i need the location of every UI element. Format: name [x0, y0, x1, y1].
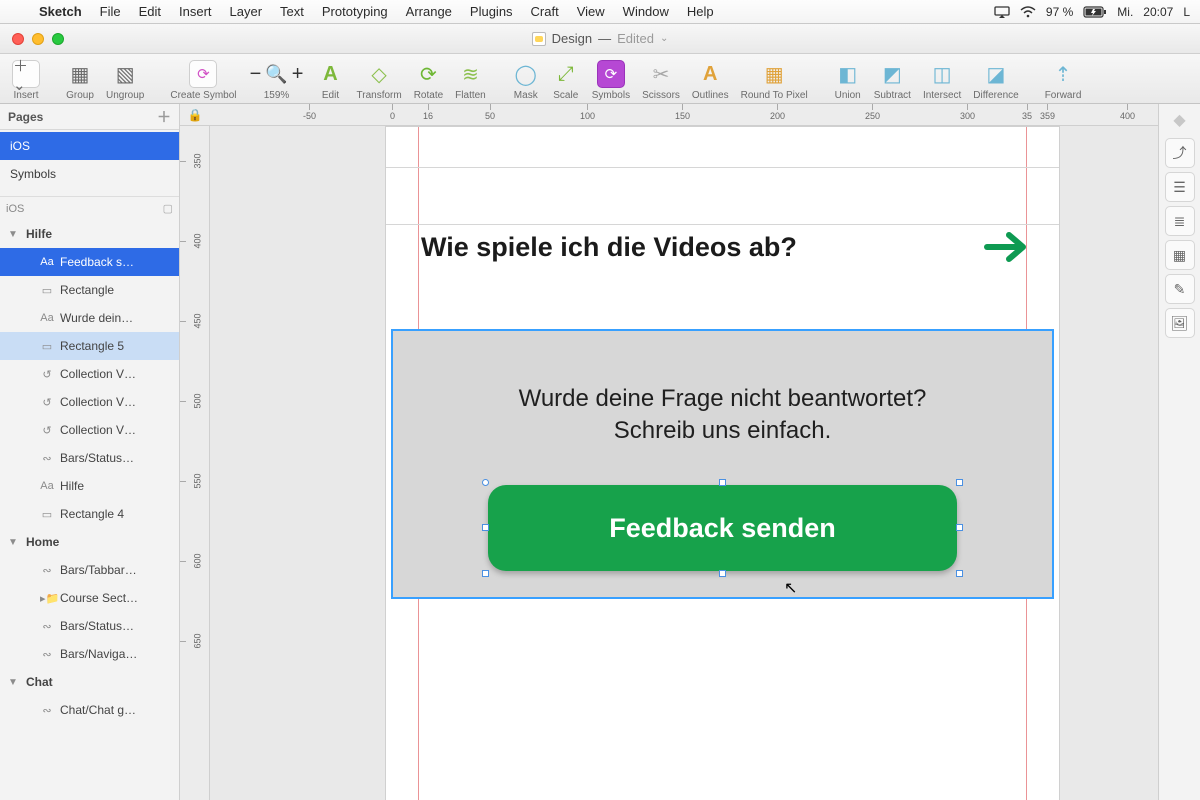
layer-group[interactable]: ▼Chat	[0, 668, 179, 696]
document-state: Edited	[617, 31, 654, 46]
tool-subtract[interactable]: ◩Subtract	[868, 60, 917, 101]
menu-craft[interactable]: Craft	[522, 4, 568, 19]
tool-symbols[interactable]: ⟳Symbols	[586, 60, 636, 101]
right-plugin-strip: ◆ ⤴ ☰ ≣ ▦ ✎ 🖼	[1158, 104, 1200, 800]
question-text[interactable]: Wie spiele ich die Videos ab?	[421, 232, 997, 263]
menu-layer[interactable]: Layer	[221, 4, 272, 19]
craft-logo-icon[interactable]: ◆	[1173, 110, 1185, 130]
tool-forward[interactable]: ⇡Forward	[1039, 60, 1088, 101]
layers-section-title: iOS	[6, 203, 24, 215]
airplay-icon[interactable]	[994, 6, 1010, 18]
window-minimize[interactable]	[32, 33, 44, 45]
feedback-send-button[interactable]: Feedback senden	[488, 485, 957, 571]
layer-item[interactable]: AaWurde dein…	[0, 304, 179, 332]
layer-item[interactable]: ∾Bars/Naviga…	[0, 640, 179, 668]
layer-item[interactable]: ▭Rectangle 5	[0, 332, 179, 360]
document-title: Design	[552, 31, 592, 46]
layer-item[interactable]: ∾Bars/Tabbar…	[0, 556, 179, 584]
tool-rotate[interactable]: ⟳Rotate	[408, 60, 449, 101]
clock-time: 20:07	[1143, 5, 1173, 19]
add-page-button[interactable]: ＋	[157, 107, 171, 127]
vertical-ruler: 350400450500550600650	[180, 126, 210, 800]
page-ios[interactable]: iOS	[0, 132, 179, 160]
layer-item[interactable]: ∾Chat/Chat g…	[0, 696, 179, 724]
menu-insert[interactable]: Insert	[170, 4, 221, 19]
document-icon	[532, 32, 546, 46]
menu-edit[interactable]: Edit	[130, 4, 170, 19]
horizontal-ruler: -500165010015020025030035940035	[210, 104, 1158, 126]
macos-menubar: Sketch File Edit Insert Layer Text Proto…	[0, 0, 1200, 24]
menu-view[interactable]: View	[568, 4, 614, 19]
layer-item[interactable]: ∾Bars/Status…	[0, 444, 179, 472]
rs-upload-icon[interactable]: ⤴	[1165, 138, 1195, 168]
clock-day: Mi.	[1117, 5, 1133, 19]
arrow-right-icon[interactable]	[983, 229, 1029, 265]
user-initial[interactable]: L	[1183, 5, 1190, 19]
feedback-block[interactable]: Wurde deine Frage nicht beantwortet? Sch…	[391, 329, 1054, 599]
tool-group[interactable]: ▦Group	[60, 60, 100, 101]
layer-item[interactable]: ↺Collection V…	[0, 360, 179, 388]
menu-file[interactable]: File	[91, 4, 130, 19]
window-close[interactable]	[12, 33, 24, 45]
wifi-icon[interactable]	[1020, 6, 1036, 18]
menu-plugins[interactable]: Plugins	[461, 4, 522, 19]
tool-outlines[interactable]: AOutlines	[686, 60, 735, 101]
layer-item[interactable]: ↺Collection V…	[0, 388, 179, 416]
menu-arrange[interactable]: Arrange	[397, 4, 461, 19]
document-separator: —	[598, 31, 611, 46]
layer-item[interactable]: ▭Rectangle 4	[0, 500, 179, 528]
layer-item[interactable]: AaFeedback s…	[0, 248, 179, 276]
tool-difference[interactable]: ◪Difference	[967, 60, 1024, 101]
tool-scissors[interactable]: ✂Scissors	[636, 60, 686, 101]
tool-union[interactable]: ◧Union	[828, 60, 868, 101]
layers-section-icon[interactable]: ▢	[163, 202, 173, 215]
app-name[interactable]: Sketch	[30, 4, 91, 19]
tool-intersect[interactable]: ◫Intersect	[917, 60, 967, 101]
artboard[interactable]: Wie spiele ich die Videos ab? Wurde dein…	[385, 126, 1060, 800]
document-menu-caret[interactable]: ⌄	[660, 33, 668, 44]
rs-image-icon[interactable]: 🖼	[1165, 308, 1195, 338]
window-titlebar: Design — Edited ⌄	[0, 24, 1200, 54]
tool-round-to-pixel[interactable]: ▦Round To Pixel	[735, 60, 814, 101]
tool-insert[interactable]: ＋⌄Insert	[6, 60, 46, 101]
layer-group[interactable]: ▼Hilfe	[0, 220, 179, 248]
feedback-prompt: Wurde deine Frage nicht beantwortet? Sch…	[393, 383, 1052, 448]
tool-zoom[interactable]: −🔍+ 159%	[257, 60, 297, 101]
layers-panel: Pages ＋ iOS Symbols iOS ▢ ▼HilfeAaFeedba…	[0, 104, 180, 800]
menu-text[interactable]: Text	[271, 4, 313, 19]
menu-help[interactable]: Help	[678, 4, 723, 19]
ruler-lock-icon[interactable]: 🔒	[180, 104, 210, 126]
page-symbols[interactable]: Symbols	[0, 160, 179, 188]
layer-item[interactable]: ▸📁Course Sect…	[0, 584, 179, 612]
layer-group[interactable]: ▼Home	[0, 528, 179, 556]
tool-transform[interactable]: ◇Transform	[351, 60, 408, 101]
rs-wand-icon[interactable]: ✎	[1165, 274, 1195, 304]
list-row-divider	[386, 167, 1059, 225]
tool-flatten[interactable]: ≋Flatten	[449, 60, 492, 101]
tool-edit[interactable]: AEdit	[311, 60, 351, 101]
battery-percent: 97 %	[1046, 5, 1073, 19]
rs-stack-icon[interactable]: ☰	[1165, 172, 1195, 202]
tool-scale[interactable]: ⤢Scale	[546, 60, 586, 101]
layer-item[interactable]: ▭Rectangle	[0, 276, 179, 304]
canvas[interactable]: Wie spiele ich die Videos ab? Wurde dein…	[210, 126, 1158, 800]
layer-item[interactable]: ↺Collection V…	[0, 416, 179, 444]
menu-window[interactable]: Window	[614, 4, 678, 19]
tool-create-symbol[interactable]: ⟳Create Symbol	[164, 60, 242, 101]
window-zoom[interactable]	[52, 33, 64, 45]
rs-grid-icon[interactable]: ▦	[1165, 240, 1195, 270]
tool-ungroup[interactable]: ▧Ungroup	[100, 60, 150, 101]
toolbar: ＋⌄Insert ▦Group ▧Ungroup ⟳Create Symbol …	[0, 54, 1200, 104]
rs-list-icon[interactable]: ≣	[1165, 206, 1195, 236]
tool-mask[interactable]: ◯Mask	[506, 60, 546, 101]
layer-item[interactable]: ∾Bars/Status…	[0, 612, 179, 640]
menu-prototyping[interactable]: Prototyping	[313, 4, 397, 19]
battery-icon	[1083, 6, 1107, 18]
pages-header: Pages ＋	[0, 104, 179, 130]
layer-item[interactable]: AaHilfe	[0, 472, 179, 500]
